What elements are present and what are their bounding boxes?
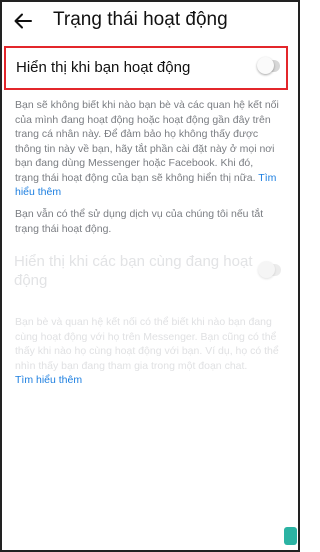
active-status-label: Hiển thị khi bạn hoạt động — [16, 59, 191, 76]
back-button[interactable] — [12, 10, 34, 32]
description-text: Bạn bè và quan hệ kết nối có thể biết kh… — [15, 316, 279, 372]
page-title: Trạng thái hoạt động — [53, 9, 228, 30]
active-status-setting-row[interactable]: Hiển thị khi bạn hoạt động — [4, 46, 288, 90]
active-status-description: Bạn sẽ không biết khi nào bạn bè và các … — [15, 98, 280, 200]
together-status-label: Hiển thị khi các bạn cùng đang hoạt động — [14, 253, 253, 289]
description-text: Bạn sẽ không biết khi nào bạn bè và các … — [15, 99, 279, 184]
arrow-left-icon — [14, 13, 32, 29]
service-note: Bạn vẫn có thể sử dụng dịch vụ của chúng… — [15, 208, 264, 235]
toggle-knob — [258, 261, 275, 278]
learn-more-link[interactable]: Tìm hiểu thêm — [15, 374, 82, 386]
watermark-logo — [284, 527, 297, 545]
toggle-knob — [257, 57, 274, 74]
header: Trạng thái hoạt động — [0, 0, 300, 42]
active-status-toggle[interactable] — [257, 57, 280, 74]
together-status-toggle[interactable] — [258, 261, 281, 278]
together-status-description: Bạn bè và quan hệ kết nối có thể biết kh… — [15, 315, 280, 388]
